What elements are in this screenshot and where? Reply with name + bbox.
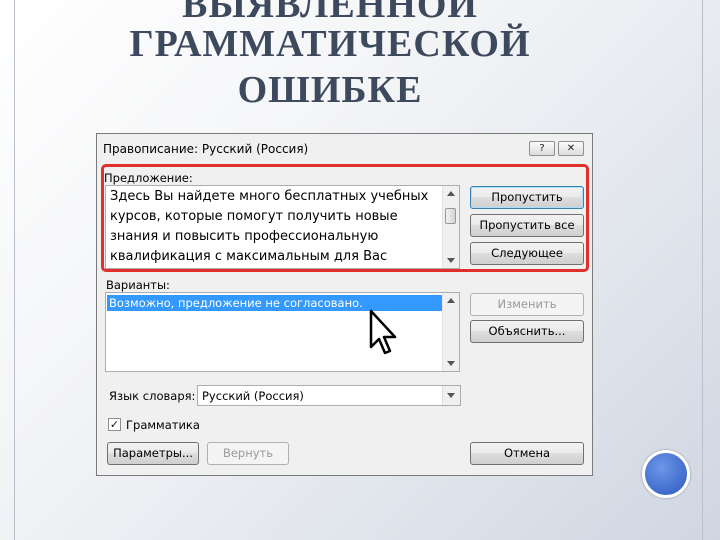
next-sentence-button[interactable]: Следующее: [470, 242, 584, 265]
dictionary-language-value: Русский (Россия): [202, 389, 304, 403]
cancel-button[interactable]: Отмена: [470, 442, 584, 465]
frame-line-right: [702, 0, 703, 540]
variants-label: Варианты:: [106, 278, 170, 292]
undo-button[interactable]: Вернуть: [207, 442, 289, 465]
sentence-scrollbar[interactable]: [442, 186, 459, 268]
dialog-title: Правописание: Русский (Россия): [103, 142, 309, 156]
variants-scroll-up-icon[interactable]: [447, 298, 455, 303]
dictionary-language-select[interactable]: Русский (Россия): [197, 385, 461, 406]
ignore-button[interactable]: Пропустить: [470, 186, 584, 209]
chevron-down-icon: [447, 393, 455, 398]
options-button[interactable]: Параметры...: [107, 442, 199, 465]
help-button[interactable]: ?: [529, 141, 555, 156]
sentence-label: Предложение:: [104, 171, 193, 185]
slide-title-line-1: ВЫЯВЛЕННОЙ: [182, 0, 478, 26]
variants-scroll-down-icon[interactable]: [447, 361, 455, 366]
grammar-label: Грамматика: [126, 418, 200, 432]
dictionary-language-label: Язык словаря:: [109, 389, 196, 403]
sentence-textbox[interactable]: Здесь Вы найдете много бесплатных учебны…: [105, 185, 460, 269]
spelling-dialog: Правописание: Русский (Россия) ? ✕ Предл…: [96, 133, 593, 476]
slide-title-line-2: ГРАММАТИЧЕСКОЙ: [129, 23, 531, 65]
dropdown-button[interactable]: [442, 386, 460, 405]
mouse-pointer-icon: [369, 309, 397, 355]
ignore-all-button[interactable]: Пропустить все: [470, 214, 584, 237]
scroll-down-icon[interactable]: [447, 258, 455, 263]
help-icon: ?: [539, 143, 545, 154]
close-icon: ✕: [566, 143, 576, 154]
scroll-thumb[interactable]: [445, 208, 456, 224]
sentence-text: Здесь Вы найдете много бесплатных учебны…: [110, 189, 429, 264]
change-button[interactable]: Изменить: [470, 293, 584, 316]
explain-button[interactable]: Объяснить...: [470, 320, 584, 343]
scroll-up-icon[interactable]: [447, 191, 455, 196]
decorative-circle: [642, 450, 690, 498]
variants-scrollbar[interactable]: [442, 293, 459, 371]
slide-title-line-3: ОШИБКЕ: [237, 69, 423, 111]
grammar-checkbox[interactable]: ✓: [108, 418, 121, 431]
variants-list[interactable]: Возможно, предложение не согласовано.: [105, 292, 460, 372]
close-button[interactable]: ✕: [558, 141, 584, 156]
